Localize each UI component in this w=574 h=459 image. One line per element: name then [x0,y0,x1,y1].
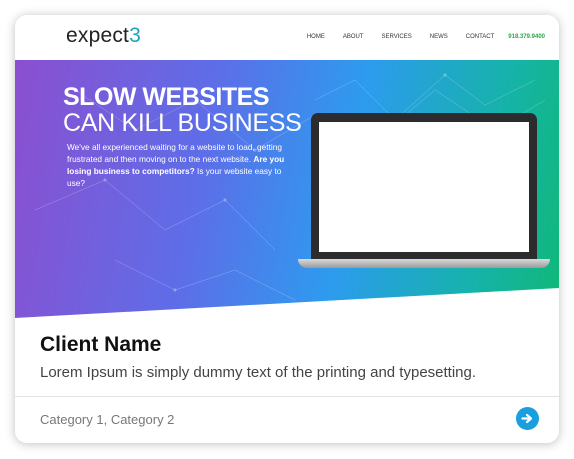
logo[interactable]: expect3 [66,24,141,48]
arrow-right-icon [521,413,533,424]
portfolio-card[interactable]: expect3 HOME ABOUT SERVICES NEWS CONTACT… [15,15,559,443]
laptop-display [319,122,529,252]
hero-title-line2: CAN KILL BUSINESS [63,109,302,137]
laptop-base [298,259,550,268]
next-arrow-button[interactable] [516,407,539,430]
hero-body-part1: We've all experienced waiting for a webs… [67,142,282,164]
hero-white-wedge [15,288,559,318]
nav-services[interactable]: SERVICES [382,34,412,40]
category-list: Category 1, Category 2 [40,412,175,427]
nav-news[interactable]: NEWS [430,34,448,40]
client-description: Lorem Ipsum is simply dummy text of the … [40,364,477,381]
client-name: Client Name [40,333,162,356]
hero-title-line1: SLOW WEBSITES [63,83,270,111]
nav-about[interactable]: ABOUT [343,34,364,40]
nav-contact[interactable]: CONTACT [466,34,495,40]
logo-number: 3 [129,24,141,47]
laptop-image [311,113,537,259]
logo-text: expect [66,24,130,47]
divider [15,396,559,397]
nav-home[interactable]: HOME [307,34,325,40]
hero-body-text: We've all experienced waiting for a webs… [67,141,292,189]
main-nav: HOME ABOUT SERVICES NEWS CONTACT 918.379… [289,34,545,40]
site-header: expect3 HOME ABOUT SERVICES NEWS CONTACT… [15,15,559,60]
phone-number[interactable]: 918.379.9400 [508,34,545,40]
